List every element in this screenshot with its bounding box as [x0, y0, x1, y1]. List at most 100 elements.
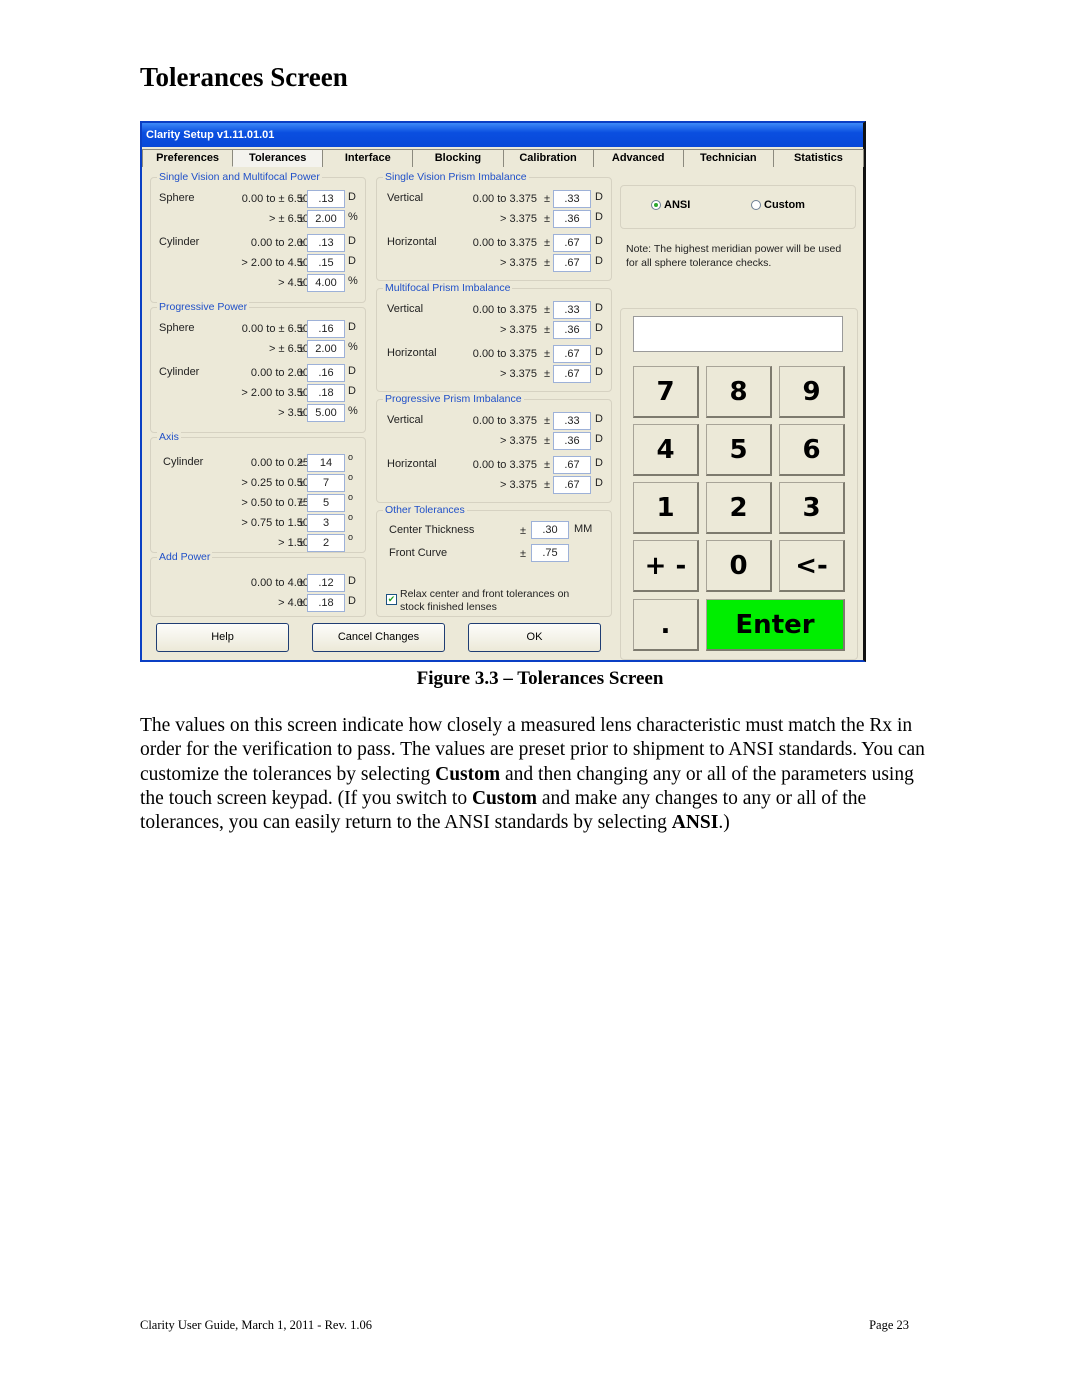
tolerance-input[interactable]: .67	[553, 476, 591, 494]
tolerance-input[interactable]: .67	[553, 234, 591, 252]
tab-blocking[interactable]: Blocking	[412, 149, 504, 167]
tolerance-input[interactable]: .75	[531, 544, 569, 562]
tolerance-input[interactable]: .33	[553, 301, 591, 319]
unit-label: D	[348, 575, 356, 587]
tolerance-mode-group: ANSI Custom	[620, 185, 856, 229]
tolerances-panel: Single Vision and Multifocal Power Sphere…	[142, 167, 863, 660]
tab-preferences[interactable]: Preferences	[142, 149, 234, 167]
ansi-radio[interactable]: ANSI	[651, 199, 690, 211]
digit-9-key[interactable]: 9	[779, 366, 845, 418]
row-label: Front Curve	[389, 547, 448, 559]
tolerance-input[interactable]: 5	[307, 494, 345, 512]
tolerance-input[interactable]: .18	[307, 384, 345, 402]
tolerance-input[interactable]: 7	[307, 474, 345, 492]
row-label: Center Thickness	[389, 524, 475, 536]
tolerance-input[interactable]: .13	[307, 234, 345, 252]
tolerance-row: > ± 6.50 ±2.00%	[151, 210, 367, 230]
plus-minus: ±	[298, 367, 305, 379]
footer-guide-info: Clarity User Guide, March 1, 2011 - Rev.…	[140, 1318, 373, 1332]
tolerance-input[interactable]: .16	[307, 364, 345, 382]
tolerance-input[interactable]: .12	[307, 574, 345, 592]
digit-5-key[interactable]: 5	[706, 424, 772, 476]
row-label: Vertical	[387, 303, 424, 315]
plus-minus: ±	[298, 577, 305, 589]
help-button[interactable]: Help	[156, 623, 289, 652]
digit-6-key[interactable]: 6	[779, 424, 845, 476]
digit-1-key[interactable]: 1	[633, 482, 699, 534]
decimal-key[interactable]: .	[633, 599, 699, 651]
unit-label: D	[348, 595, 356, 607]
digit-4-key[interactable]: 4	[633, 424, 699, 476]
unit-label: o	[348, 532, 354, 542]
radio-selected-icon	[651, 200, 661, 210]
unit-label: o	[348, 452, 354, 462]
tab-calibration[interactable]: Calibration	[502, 149, 594, 167]
tolerance-input[interactable]: .16	[307, 320, 345, 338]
plus-minus: ±	[544, 435, 551, 447]
tab-advanced[interactable]: Advanced	[592, 149, 684, 167]
plus-minus: ±	[544, 348, 551, 360]
relax-tolerances-checkbox[interactable]: ✔	[386, 594, 397, 605]
enter-key[interactable]: Enter	[706, 599, 845, 651]
unit-label: D	[348, 255, 356, 267]
tolerance-input[interactable]: 3	[307, 514, 345, 532]
unit-label: D	[348, 385, 356, 397]
tab-statistics[interactable]: Statistics	[772, 149, 864, 167]
plus-minus: ±	[298, 343, 305, 355]
tolerance-input[interactable]: .30	[531, 521, 569, 539]
group-progressive-power: Progressive Power Sphere 0.00 to ± 6.50 ± .1…	[150, 301, 367, 433]
tolerance-row: > 2.00 to 3.50 ± .18 D	[151, 384, 367, 404]
plus-minus: ±	[544, 479, 551, 491]
backspace-key[interactable]: <-	[779, 540, 845, 592]
digit-0-key[interactable]: 0	[706, 540, 772, 592]
unit-label: D	[595, 413, 603, 425]
unit-label: %	[348, 341, 358, 353]
plus-minus: ±	[298, 257, 305, 269]
range-label: > 1.50	[278, 537, 309, 549]
tolerance-input[interactable]: .15	[307, 254, 345, 272]
tolerance-input[interactable]: .36	[553, 321, 591, 339]
custom-radio[interactable]: Custom	[751, 199, 805, 211]
tolerance-input[interactable]: 4.00	[307, 274, 345, 292]
paragraph-text: .)	[718, 812, 730, 834]
group-legend: Progressive Power	[157, 301, 250, 313]
row-label: Sphere	[159, 322, 195, 334]
digit-3-key[interactable]: 3	[779, 482, 845, 534]
tolerance-row: > 3.50 ±5.00%	[151, 404, 367, 424]
tolerance-input[interactable]: .67	[553, 365, 591, 383]
unit-label: D	[348, 321, 356, 333]
tolerance-input[interactable]: .18	[307, 594, 345, 612]
tolerance-input[interactable]: 5.00	[307, 404, 345, 422]
tolerance-input[interactable]: .67	[553, 345, 591, 363]
tolerance-input[interactable]: 2	[307, 534, 345, 552]
unit-label: D	[595, 255, 603, 267]
tab-bar: Preferences Tolerances Interface Blocking Ca…	[142, 149, 864, 167]
keypad-display[interactable]	[633, 316, 843, 352]
cancel-changes-button[interactable]: Cancel Changes	[312, 623, 445, 652]
tolerance-row: Horizontal 0.00 to 3.375 ± .67 D	[377, 345, 613, 365]
tolerance-input[interactable]: 14	[307, 454, 345, 472]
tab-tolerances[interactable]: Tolerances	[232, 149, 324, 167]
ok-button[interactable]: OK	[468, 623, 601, 652]
range-label: > 3.375	[499, 257, 537, 269]
unit-label: D	[595, 457, 603, 469]
tolerance-input[interactable]: .67	[553, 456, 591, 474]
plus-minus-key[interactable]: + -	[633, 540, 699, 592]
tab-technician[interactable]: Technician	[682, 149, 774, 167]
tolerance-input[interactable]: .36	[553, 210, 591, 228]
tolerance-input[interactable]: .67	[553, 254, 591, 272]
tab-interface[interactable]: Interface	[322, 149, 414, 167]
tolerance-row: > 4.50 ±4.00%	[151, 274, 367, 294]
plus-minus: ±	[544, 237, 551, 249]
plus-minus: ±	[298, 407, 305, 419]
group-sv-prism-imbalance: Single Vision Prism Imbalance Vertical 0.0…	[376, 171, 612, 281]
tolerance-input[interactable]: .33	[553, 190, 591, 208]
tolerance-input[interactable]: .33	[553, 412, 591, 430]
digit-8-key[interactable]: 8	[706, 366, 772, 418]
tolerance-input[interactable]: 2.00	[307, 340, 345, 358]
tolerance-input[interactable]: .36	[553, 432, 591, 450]
tolerance-input[interactable]: .13	[307, 190, 345, 208]
digit-7-key[interactable]: 7	[633, 366, 699, 418]
tolerance-input[interactable]: 2.00	[307, 210, 345, 228]
digit-2-key[interactable]: 2	[706, 482, 772, 534]
